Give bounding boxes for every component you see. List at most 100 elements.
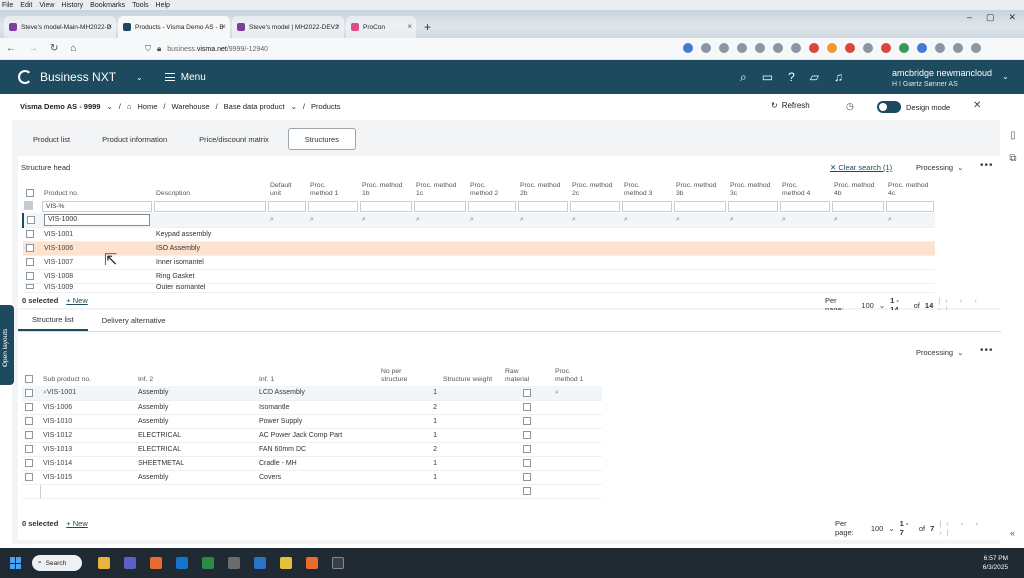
row-checkbox[interactable] bbox=[25, 473, 33, 481]
inf2-cell[interactable]: ELECTRICAL bbox=[135, 442, 256, 457]
product-no-cell[interactable]: VIS-1009 bbox=[41, 283, 153, 293]
inf2-cell[interactable]: Assembly bbox=[135, 400, 256, 415]
home-icon[interactable]: ⌂ bbox=[70, 43, 76, 54]
sub-product-no-cell[interactable]: VIS-1001 bbox=[47, 389, 76, 396]
per-page-select[interactable]: 100 bbox=[871, 524, 884, 533]
reload-icon[interactable]: ↻ bbox=[50, 43, 58, 54]
raw-material-checkbox[interactable] bbox=[523, 487, 531, 495]
description-cell[interactable]: Inner isomantel bbox=[153, 255, 267, 270]
extension-icon[interactable] bbox=[917, 43, 927, 53]
chevron-down-icon[interactable]: ⌄ bbox=[888, 524, 894, 533]
table-row[interactable]: VIS-1012 ELECTRICAL AC Power Jack Comp P… bbox=[22, 428, 602, 443]
browser-menu-item[interactable]: Tools bbox=[132, 2, 148, 9]
windows-start-icon[interactable] bbox=[10, 557, 22, 569]
lookup-icon[interactable]: ⌕ bbox=[470, 216, 474, 223]
lookup-icon[interactable]: ⌕ bbox=[624, 216, 628, 223]
column-header[interactable]: Inf. 1 bbox=[256, 364, 378, 386]
extension-icon[interactable] bbox=[845, 43, 855, 53]
lookup-icon[interactable]: ⌕ bbox=[416, 216, 420, 223]
table-row[interactable]: VIS-1000 ⌕ ⌕ ⌕ ⌕ ⌕ ⌕ ⌕ ⌕ ⌕ ⌕ ⌕ ⌕ ⌕ bbox=[22, 213, 935, 228]
browser-menu-item[interactable]: View bbox=[39, 2, 54, 9]
bell-icon[interactable]: ♫ bbox=[834, 70, 843, 85]
close-tab-icon[interactable]: × bbox=[221, 22, 226, 31]
filter-input[interactable] bbox=[780, 201, 830, 212]
chevron-down-icon[interactable]: ⌄ bbox=[106, 102, 112, 111]
qty-cell[interactable]: 1 bbox=[378, 386, 440, 401]
sub-product-no-cell[interactable]: VIS-1006 bbox=[40, 400, 135, 415]
weight-cell[interactable] bbox=[440, 428, 502, 443]
back-icon[interactable]: ← bbox=[6, 43, 16, 54]
open-layouts-tab[interactable]: Open layouts › bbox=[0, 305, 14, 385]
column-header[interactable]: Inf. 2 bbox=[135, 364, 256, 386]
description-cell[interactable]: Ring Gasket bbox=[153, 269, 267, 284]
processing-menu[interactable]: Processing ⌄ bbox=[916, 348, 963, 357]
qty-cell[interactable]: 2 bbox=[378, 442, 440, 457]
tab-structure-list[interactable]: Structure list bbox=[18, 310, 88, 331]
filter-input[interactable] bbox=[518, 201, 568, 212]
sub-product-no-cell[interactable]: VIS-1013 bbox=[40, 442, 135, 457]
forward-icon[interactable]: → bbox=[28, 43, 38, 54]
column-header[interactable]: Default unit bbox=[267, 180, 307, 200]
refresh-button[interactable]: ↻ Refresh bbox=[771, 101, 810, 110]
new-entry-row[interactable] bbox=[22, 484, 602, 499]
select-all-checkbox[interactable] bbox=[25, 375, 33, 384]
inf1-cell[interactable]: Isomantle bbox=[256, 400, 378, 415]
table-row[interactable]: VIS-1006 Assembly Isomantle 2 bbox=[22, 400, 602, 415]
sub-product-no-cell[interactable]: VIS-1012 bbox=[40, 428, 135, 443]
inf1-cell[interactable]: FAN 60mm DC bbox=[256, 442, 378, 457]
inf1-cell[interactable]: Power Supply bbox=[256, 414, 378, 429]
app-brand[interactable]: Business NXT bbox=[40, 70, 116, 84]
filter-input[interactable] bbox=[674, 201, 726, 212]
processing-menu[interactable]: Processing ⌄ bbox=[916, 163, 963, 172]
teams-icon[interactable] bbox=[124, 557, 136, 569]
tab-price-discount-matrix[interactable]: Price/discount matrix bbox=[186, 128, 282, 150]
chevron-down-icon[interactable]: ⌄ bbox=[879, 301, 885, 310]
lookup-icon[interactable]: ⌕ bbox=[782, 216, 786, 223]
tab-product-information[interactable]: Product information bbox=[89, 128, 180, 150]
column-header[interactable]: Proc. method 3 bbox=[621, 180, 673, 200]
url-bar[interactable]: ⛉ 🔒︎ business.visma.net/9999/-12940 bbox=[145, 42, 680, 56]
weight-cell[interactable] bbox=[440, 442, 502, 457]
tab-structures[interactable]: Structures bbox=[287, 128, 356, 150]
chevron-down-icon[interactable]: ⌄ bbox=[291, 102, 297, 111]
app-menu-icon[interactable] bbox=[971, 43, 981, 53]
collapse-panel-icon[interactable]: « bbox=[1010, 528, 1015, 538]
chevron-down-icon[interactable]: ⌄ bbox=[136, 73, 143, 82]
firefox-icon[interactable] bbox=[150, 557, 162, 569]
inf1-cell[interactable]: LCD Assembly bbox=[256, 386, 378, 401]
raw-material-checkbox[interactable] bbox=[523, 459, 531, 467]
table-row[interactable]: VIS-1009 Outer isomantel bbox=[23, 283, 935, 293]
library-icon[interactable] bbox=[755, 43, 765, 53]
browser-menu-item[interactable]: Edit bbox=[20, 2, 32, 9]
filter-input[interactable] bbox=[622, 201, 672, 212]
close-tab-icon[interactable]: × bbox=[335, 22, 340, 31]
lookup-icon[interactable]: ⌕ bbox=[572, 216, 576, 223]
filter-input[interactable] bbox=[268, 201, 306, 212]
product-no-cell[interactable]: VIS-1001 bbox=[41, 227, 153, 242]
tab-product-list[interactable]: Product list bbox=[20, 128, 83, 150]
weight-cell[interactable] bbox=[440, 414, 502, 429]
qty-cell[interactable]: 1 bbox=[378, 428, 440, 443]
extension-icon[interactable] bbox=[827, 43, 837, 53]
column-header[interactable]: Proc. method 1 bbox=[307, 180, 359, 200]
browser-menu-item[interactable]: Help bbox=[156, 2, 170, 9]
weight-cell[interactable] bbox=[440, 400, 502, 415]
clear-search-link[interactable]: ✕ Clear search (1) bbox=[830, 163, 892, 172]
pager-arrows[interactable]: |‹ ‹ › ›| bbox=[939, 519, 1001, 537]
new-tab-icon[interactable]: + bbox=[418, 20, 437, 38]
qty-cell[interactable]: 1 bbox=[378, 470, 440, 485]
description-cell[interactable]: ISO Assembly bbox=[153, 241, 267, 256]
extension-icon[interactable] bbox=[881, 43, 891, 53]
filter-input[interactable] bbox=[728, 201, 778, 212]
extension-icon[interactable] bbox=[935, 43, 945, 53]
tab-delivery-alternative[interactable]: Delivery alternative bbox=[88, 310, 180, 331]
filter-input[interactable] bbox=[570, 201, 620, 212]
lookup-icon[interactable]: ⌕ bbox=[730, 216, 734, 223]
column-header[interactable]: Proc. method 4b bbox=[831, 180, 885, 200]
lookup-icon[interactable]: ⌕ bbox=[676, 216, 680, 223]
table-row[interactable]: VIS-1010 Assembly Power Supply 1 bbox=[22, 414, 602, 429]
select-all-checkbox[interactable] bbox=[26, 189, 34, 198]
chevron-down-icon[interactable]: ⌄ bbox=[1002, 72, 1009, 81]
row-checkbox[interactable] bbox=[26, 272, 34, 280]
column-header[interactable]: Sub product no. bbox=[40, 364, 135, 386]
